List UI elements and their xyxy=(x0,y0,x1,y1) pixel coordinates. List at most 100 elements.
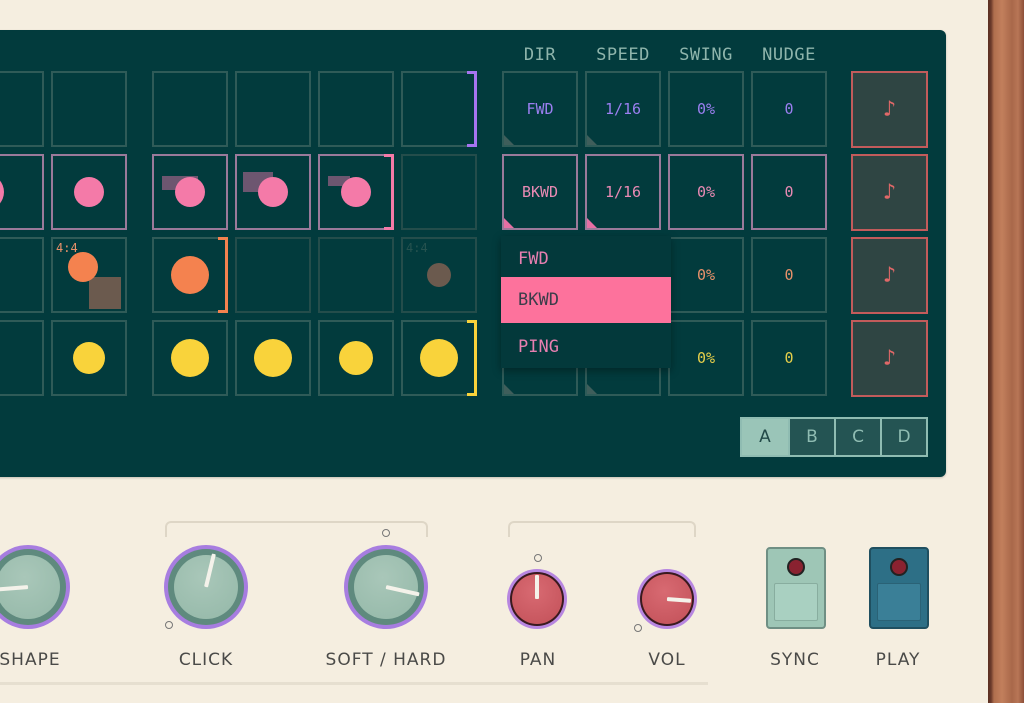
track-speed-field[interactable]: 1/16 xyxy=(585,71,661,147)
track-swing-field[interactable]: 0% xyxy=(668,320,744,396)
step-ratio-label: 4:4 xyxy=(406,241,428,255)
step-cell[interactable] xyxy=(152,71,228,147)
step-note-dot xyxy=(258,177,288,207)
swing-value: 0% xyxy=(696,349,716,367)
min-marker-icon xyxy=(165,621,173,629)
pattern-a-button[interactable]: A xyxy=(742,419,788,455)
step-cell[interactable] xyxy=(401,71,477,147)
track-swing-field[interactable]: 0% xyxy=(668,154,744,230)
track-speed-field[interactable]: 1/16 xyxy=(585,154,661,230)
track-nudge-field[interactable]: 0 xyxy=(751,237,827,313)
pattern-b-button[interactable]: B xyxy=(788,419,834,455)
header-dir: DIR xyxy=(523,45,557,65)
nudge-value: 0 xyxy=(784,100,794,118)
min-marker-icon xyxy=(634,624,642,632)
step-cell[interactable] xyxy=(51,320,127,396)
step-cell[interactable] xyxy=(152,237,228,313)
dropdown-option-fwd[interactable]: FWD xyxy=(501,236,671,282)
dir-value: BKWD xyxy=(521,183,559,201)
step-cell[interactable] xyxy=(235,237,311,313)
music-note-icon: ♪ xyxy=(882,97,897,122)
track-swing-field[interactable]: 0% xyxy=(668,237,744,313)
play-label: PLAY xyxy=(875,650,921,670)
step-cell[interactable]: 4:4 xyxy=(51,237,127,313)
shape-label: SHAPE xyxy=(0,650,61,670)
play-button[interactable] xyxy=(869,547,929,629)
dropdown-corner-icon xyxy=(504,218,514,228)
header-swing: SWING xyxy=(679,45,733,65)
wood-side-panel xyxy=(988,0,1024,703)
play-led-icon xyxy=(890,558,908,576)
click-knob[interactable] xyxy=(164,545,248,629)
dropdown-corner-icon xyxy=(587,384,597,394)
step-cell[interactable] xyxy=(0,237,44,313)
step-cell[interactable] xyxy=(318,320,394,396)
click-label: CLICK xyxy=(178,650,234,670)
music-note-icon: ♪ xyxy=(882,346,897,371)
step-cell[interactable]: 4:4 xyxy=(401,237,477,313)
music-note-icon: ♪ xyxy=(882,263,897,288)
pan-knob[interactable] xyxy=(507,569,567,629)
track-sound-button[interactable]: ♪ xyxy=(851,237,928,314)
step-note-dot xyxy=(171,256,209,294)
pattern-d-button[interactable]: D xyxy=(880,419,926,455)
step-cell[interactable] xyxy=(318,237,394,313)
sync-button[interactable] xyxy=(766,547,826,629)
step-note-dot xyxy=(68,252,98,282)
step-cell[interactable] xyxy=(51,154,127,230)
dropdown-corner-icon xyxy=(587,135,597,145)
dropdown-corner-icon xyxy=(587,218,597,228)
track-sound-button[interactable]: ♪ xyxy=(851,71,928,148)
center-marker-icon xyxy=(534,554,542,562)
step-cell[interactable] xyxy=(235,320,311,396)
nudge-value: 0 xyxy=(784,266,794,284)
track-sound-button[interactable]: ♪ xyxy=(851,320,928,397)
track-nudge-field[interactable]: 0 xyxy=(751,154,827,230)
track-dir-field[interactable]: FWD xyxy=(502,71,578,147)
track-sound-button[interactable]: ♪ xyxy=(851,154,928,231)
step-cell[interactable] xyxy=(235,71,311,147)
step-cell[interactable] xyxy=(0,320,44,396)
divider xyxy=(0,682,708,685)
step-cell[interactable] xyxy=(0,71,44,147)
loop-end-bracket[interactable] xyxy=(384,154,394,230)
direction-dropdown[interactable]: FWD BKWD PING xyxy=(501,236,671,368)
loop-end-bracket[interactable] xyxy=(218,237,228,313)
track-nudge-field[interactable]: 0 xyxy=(751,320,827,396)
step-cell[interactable] xyxy=(235,154,311,230)
step-cell[interactable] xyxy=(401,154,477,230)
speed-value: 1/16 xyxy=(604,100,642,118)
shape-knob[interactable] xyxy=(0,545,70,629)
step-note-dot xyxy=(73,342,105,374)
step-cell[interactable] xyxy=(0,154,44,230)
loop-end-bracket[interactable] xyxy=(467,320,477,396)
step-cell[interactable] xyxy=(318,154,394,230)
nudge-value: 0 xyxy=(784,183,794,201)
step-note-dot xyxy=(175,177,205,207)
swing-value: 0% xyxy=(696,100,716,118)
step-note-dot xyxy=(339,341,373,375)
dropdown-corner-icon xyxy=(504,384,514,394)
loop-end-bracket[interactable] xyxy=(467,71,477,147)
dropdown-option-ping[interactable]: PING xyxy=(501,324,671,370)
track-dir-field[interactable]: BKWD xyxy=(502,154,578,230)
step-note-dot xyxy=(427,263,451,287)
vol-knob[interactable] xyxy=(637,569,697,629)
step-note-dot xyxy=(254,339,292,377)
pattern-c-button[interactable]: C xyxy=(834,419,880,455)
center-marker-icon xyxy=(382,529,390,537)
step-cell[interactable] xyxy=(401,320,477,396)
step-cell[interactable] xyxy=(152,320,228,396)
track-nudge-field[interactable]: 0 xyxy=(751,71,827,147)
header-nudge: NUDGE xyxy=(762,45,816,65)
soft-hard-knob[interactable] xyxy=(344,545,428,629)
dropdown-option-bkwd[interactable]: BKWD xyxy=(501,277,671,323)
knob-indicator xyxy=(535,575,539,599)
music-note-icon: ♪ xyxy=(882,180,897,205)
step-cell[interactable] xyxy=(152,154,228,230)
step-cell[interactable] xyxy=(318,71,394,147)
pattern-selector: A B C D xyxy=(740,417,928,457)
step-cell[interactable] xyxy=(51,71,127,147)
step-note-dot xyxy=(74,177,104,207)
track-swing-field[interactable]: 0% xyxy=(668,71,744,147)
